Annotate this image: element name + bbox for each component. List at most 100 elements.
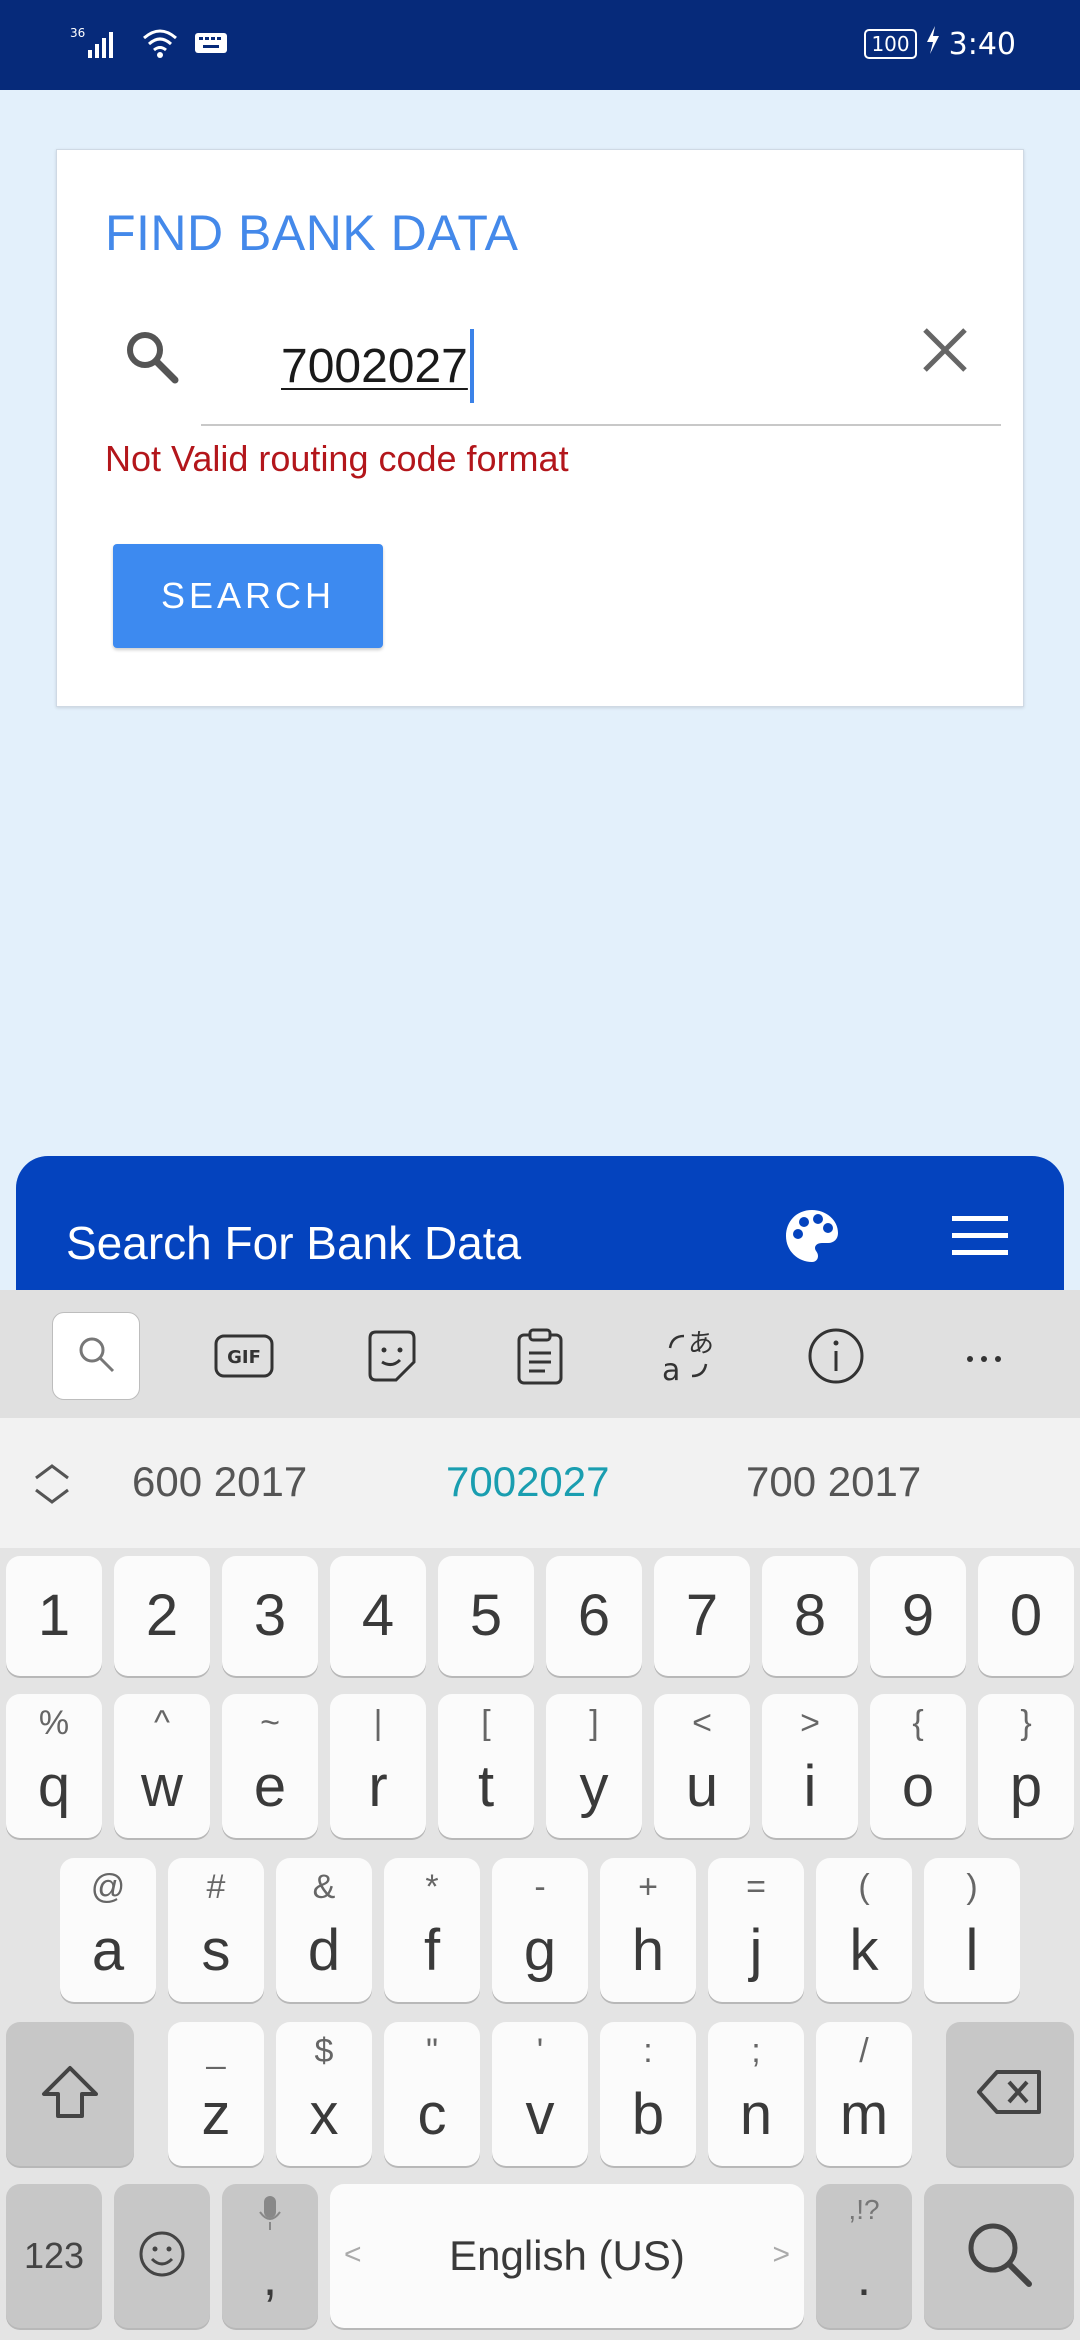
key-label: 6 xyxy=(577,1583,611,1648)
key-y[interactable]: ] y xyxy=(546,1694,642,1838)
key-8[interactable]: 8 xyxy=(762,1556,858,1676)
find-bank-card: FIND BANK DATA 7002027 Not Valid routing… xyxy=(56,149,1024,707)
key-k[interactable]: (k xyxy=(816,1858,912,2002)
key-sub-label: " xyxy=(425,2032,439,2070)
key-2[interactable]: 2 xyxy=(114,1556,210,1676)
key-sub-label: & xyxy=(312,1868,336,1906)
key-sub-label: > xyxy=(800,1704,820,1742)
key-p[interactable]: } p xyxy=(978,1694,1074,1838)
key-sub-label: # xyxy=(206,1868,226,1906)
key-7[interactable]: 7 xyxy=(654,1556,750,1676)
key-label: 9 xyxy=(901,1583,935,1648)
key-0[interactable]: 0 xyxy=(978,1556,1074,1676)
key-m[interactable]: / m xyxy=(816,2022,912,2166)
more-icon xyxy=(964,1349,1004,1368)
key-label: 2 xyxy=(145,1583,179,1648)
suggestion-item[interactable]: 7002027 xyxy=(446,1458,610,1506)
key-sub-label: ^ xyxy=(154,1704,170,1742)
key-1[interactable]: 1 xyxy=(6,1556,102,1676)
key-sub-label: : xyxy=(643,2032,653,2070)
key-f[interactable]: * f xyxy=(384,1858,480,2002)
appbar-title: Search For Bank Data xyxy=(66,1217,522,1269)
key-x[interactable]: $ x xyxy=(276,2022,372,2166)
key-sub-label: { xyxy=(912,1704,924,1742)
key-3[interactable]: 3 xyxy=(222,1556,318,1676)
key-s[interactable]: # s xyxy=(168,1858,264,2002)
space-left-arrow: < xyxy=(344,2238,362,2271)
key-4[interactable]: 4 xyxy=(330,1556,426,1676)
key-6[interactable]: 6 xyxy=(546,1556,642,1676)
key-t[interactable]: [t xyxy=(438,1694,534,1838)
keyboard-status-icon xyxy=(194,31,228,59)
key-q[interactable]: % q xyxy=(6,1694,102,1838)
search-icon xyxy=(121,326,181,390)
key-l[interactable]: ) l xyxy=(924,1858,1020,2002)
key-label: y xyxy=(579,1754,609,1819)
suggestion-item[interactable]: 700 2017 xyxy=(746,1458,921,1506)
palette-icon[interactable] xyxy=(782,1206,842,1270)
field-value-wrap[interactable]: 7002027 xyxy=(281,329,474,403)
key-sub-label: ,!? xyxy=(848,2194,880,2225)
svg-text:あ: あ xyxy=(688,1329,714,1359)
key-label: p xyxy=(1009,1754,1043,1819)
key-v[interactable]: ' v xyxy=(492,2022,588,2166)
key-u[interactable]: < u xyxy=(654,1694,750,1838)
key-sub-label: < xyxy=(692,1704,712,1742)
key-label: f xyxy=(423,1918,441,1983)
search-button[interactable]: SEARCH xyxy=(113,544,383,648)
search-icon xyxy=(76,1334,116,1378)
key-n[interactable]: ; n xyxy=(708,2022,804,2166)
key-w[interactable]: ^ w xyxy=(114,1694,210,1838)
info-icon xyxy=(806,1326,866,1390)
translate-button[interactable]: aあ xyxy=(644,1314,732,1402)
key-sub-label: ) xyxy=(966,1868,978,1906)
status-right: 100 3:40 xyxy=(864,26,1016,62)
routing-code-input[interactable]: 7002027 xyxy=(281,339,468,394)
key-label: 123 xyxy=(23,2235,85,2276)
key-label: w xyxy=(141,1754,183,1819)
emoji-key[interactable] xyxy=(114,2184,210,2328)
key-z[interactable]: _ z xyxy=(168,2022,264,2166)
shift-key[interactable] xyxy=(6,2022,134,2166)
key-h[interactable]: + h xyxy=(600,1858,696,2002)
clear-icon[interactable] xyxy=(921,326,969,378)
key-5[interactable]: 5 xyxy=(438,1556,534,1676)
space-key[interactable]: < English (US) > xyxy=(330,2184,804,2328)
key-c[interactable]: " c xyxy=(384,2022,480,2166)
collapse-icon[interactable] xyxy=(30,1462,74,1510)
period-key[interactable]: ,!? . xyxy=(816,2184,912,2328)
key-label: 3 xyxy=(253,1583,287,1648)
key-label: e xyxy=(253,1754,287,1819)
gif-button[interactable]: GIF xyxy=(200,1314,288,1402)
key-a[interactable]: @ a xyxy=(60,1858,156,2002)
key-j[interactable]: = j xyxy=(708,1858,804,2002)
key-sub-label: ] xyxy=(589,1704,599,1742)
search-icon xyxy=(963,2218,1035,2295)
key-sub-label: } xyxy=(1020,1704,1032,1742)
search-action-key[interactable] xyxy=(924,2184,1074,2328)
menu-icon[interactable] xyxy=(952,1214,1008,1262)
key-o[interactable]: {o xyxy=(870,1694,966,1838)
more-button[interactable] xyxy=(940,1314,1028,1402)
key-label: 0 xyxy=(1009,1583,1043,1648)
key-9[interactable]: 9 xyxy=(870,1556,966,1676)
kb-search-button[interactable] xyxy=(52,1312,140,1400)
key-sub-label: $ xyxy=(314,2032,334,2070)
key-d[interactable]: & d xyxy=(276,1858,372,2002)
key-label: o xyxy=(901,1754,935,1819)
comma-key[interactable]: , xyxy=(222,2184,318,2328)
key-r[interactable]: | r xyxy=(330,1694,426,1838)
info-button[interactable] xyxy=(792,1314,880,1402)
clipboard-button[interactable] xyxy=(496,1314,584,1402)
key-g[interactable]: -g xyxy=(492,1858,588,2002)
routing-code-field[interactable]: 7002027 xyxy=(201,314,1001,426)
key-e[interactable]: ~ e xyxy=(222,1694,318,1838)
key-b[interactable]: :b xyxy=(600,2022,696,2166)
numbers-key[interactable]: 123 xyxy=(6,2184,102,2328)
status-left: 36 xyxy=(70,26,228,64)
key-label: v xyxy=(525,2082,555,2147)
key-i[interactable]: > i xyxy=(762,1694,858,1838)
sticker-button[interactable] xyxy=(348,1314,436,1402)
suggestion-item[interactable]: 600 2017 xyxy=(132,1458,307,1506)
backspace-key[interactable] xyxy=(946,2022,1074,2166)
